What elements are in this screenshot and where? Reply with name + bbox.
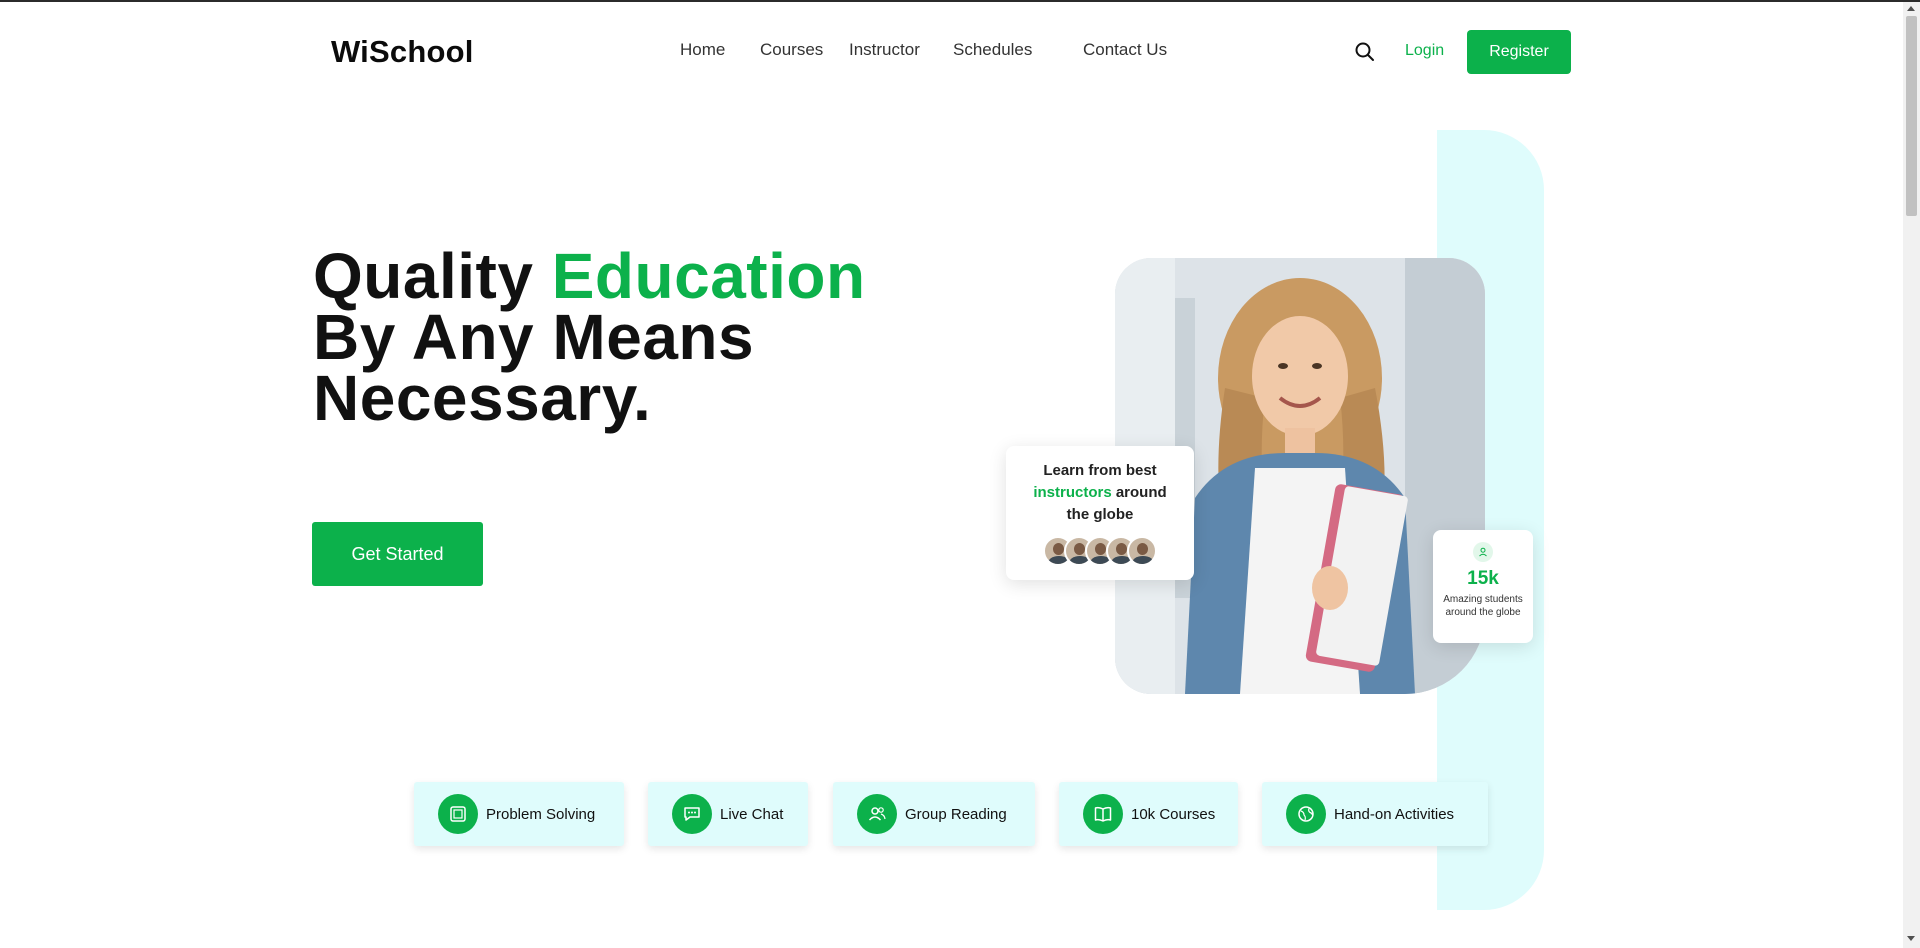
scroll-thumb[interactable]	[1906, 16, 1917, 216]
feature-10k-courses[interactable]: 10k Courses	[1059, 782, 1238, 846]
register-button[interactable]: Register	[1467, 30, 1571, 74]
instructors-card-text: Learn from best instructors around the g…	[1006, 460, 1194, 526]
avatar	[1127, 536, 1157, 566]
get-started-button[interactable]: Get Started	[312, 522, 483, 586]
feature-problem-solving[interactable]: Problem Solving	[414, 782, 624, 846]
book-icon	[1083, 794, 1123, 834]
feature-label: Hand-on Activities	[1334, 805, 1455, 823]
scroll-up-arrow-icon[interactable]	[1907, 6, 1915, 11]
feature-group-reading[interactable]: Group Reading	[833, 782, 1035, 846]
scroll-down-arrow-icon[interactable]	[1907, 936, 1915, 941]
students-label: Amazing students around the globe	[1443, 594, 1523, 618]
instructors-text-before: Learn from best	[1043, 462, 1157, 479]
search-icon[interactable]	[1354, 41, 1376, 63]
instructor-avatars	[1006, 536, 1194, 566]
feature-label: Problem Solving	[486, 805, 596, 823]
nav-schedules[interactable]: Schedules	[953, 40, 1059, 60]
nav-contact-us[interactable]: Contact Us	[1083, 40, 1167, 60]
globe-icon	[1286, 794, 1326, 834]
site-logo[interactable]: WiSchool	[331, 34, 474, 70]
hero-title-line3: Necessary.	[313, 362, 652, 434]
feature-label: 10k Courses	[1131, 805, 1216, 823]
users-icon	[857, 794, 897, 834]
nav-instructor[interactable]: Instructor	[849, 40, 929, 60]
puzzle-icon	[438, 794, 478, 834]
instructors-text-last: the globe	[1066, 506, 1134, 523]
hero-title: Quality Education By Any Means Necessary…	[313, 244, 866, 430]
instructors-highlight: instructors	[1033, 484, 1112, 501]
login-link[interactable]: Login	[1405, 42, 1444, 60]
students-count: 15k	[1467, 568, 1499, 589]
user-icon	[1473, 542, 1493, 562]
students-stats-card: 15k Amazing students around the globe	[1433, 530, 1533, 643]
chat-icon	[672, 794, 712, 834]
nav-home[interactable]: Home	[680, 40, 736, 60]
instructors-card: Learn from best instructors around the g…	[1006, 446, 1194, 580]
feature-label: Live Chat	[720, 805, 784, 823]
window-top-border	[0, 0, 1920, 2]
nav-courses[interactable]: Courses	[760, 40, 825, 60]
instructors-text-after: around	[1115, 484, 1167, 501]
features-row: Problem Solving Live Chat Group Reading	[0, 782, 1920, 846]
feature-live-chat[interactable]: Live Chat	[648, 782, 808, 846]
feature-hand-on-activities[interactable]: Hand-on Activities	[1262, 782, 1488, 846]
main-nav: Home Courses Instructor Schedules Contac…	[680, 40, 1191, 60]
feature-label: Group Reading	[905, 805, 1007, 823]
page-scrollbar[interactable]	[1903, 2, 1920, 948]
